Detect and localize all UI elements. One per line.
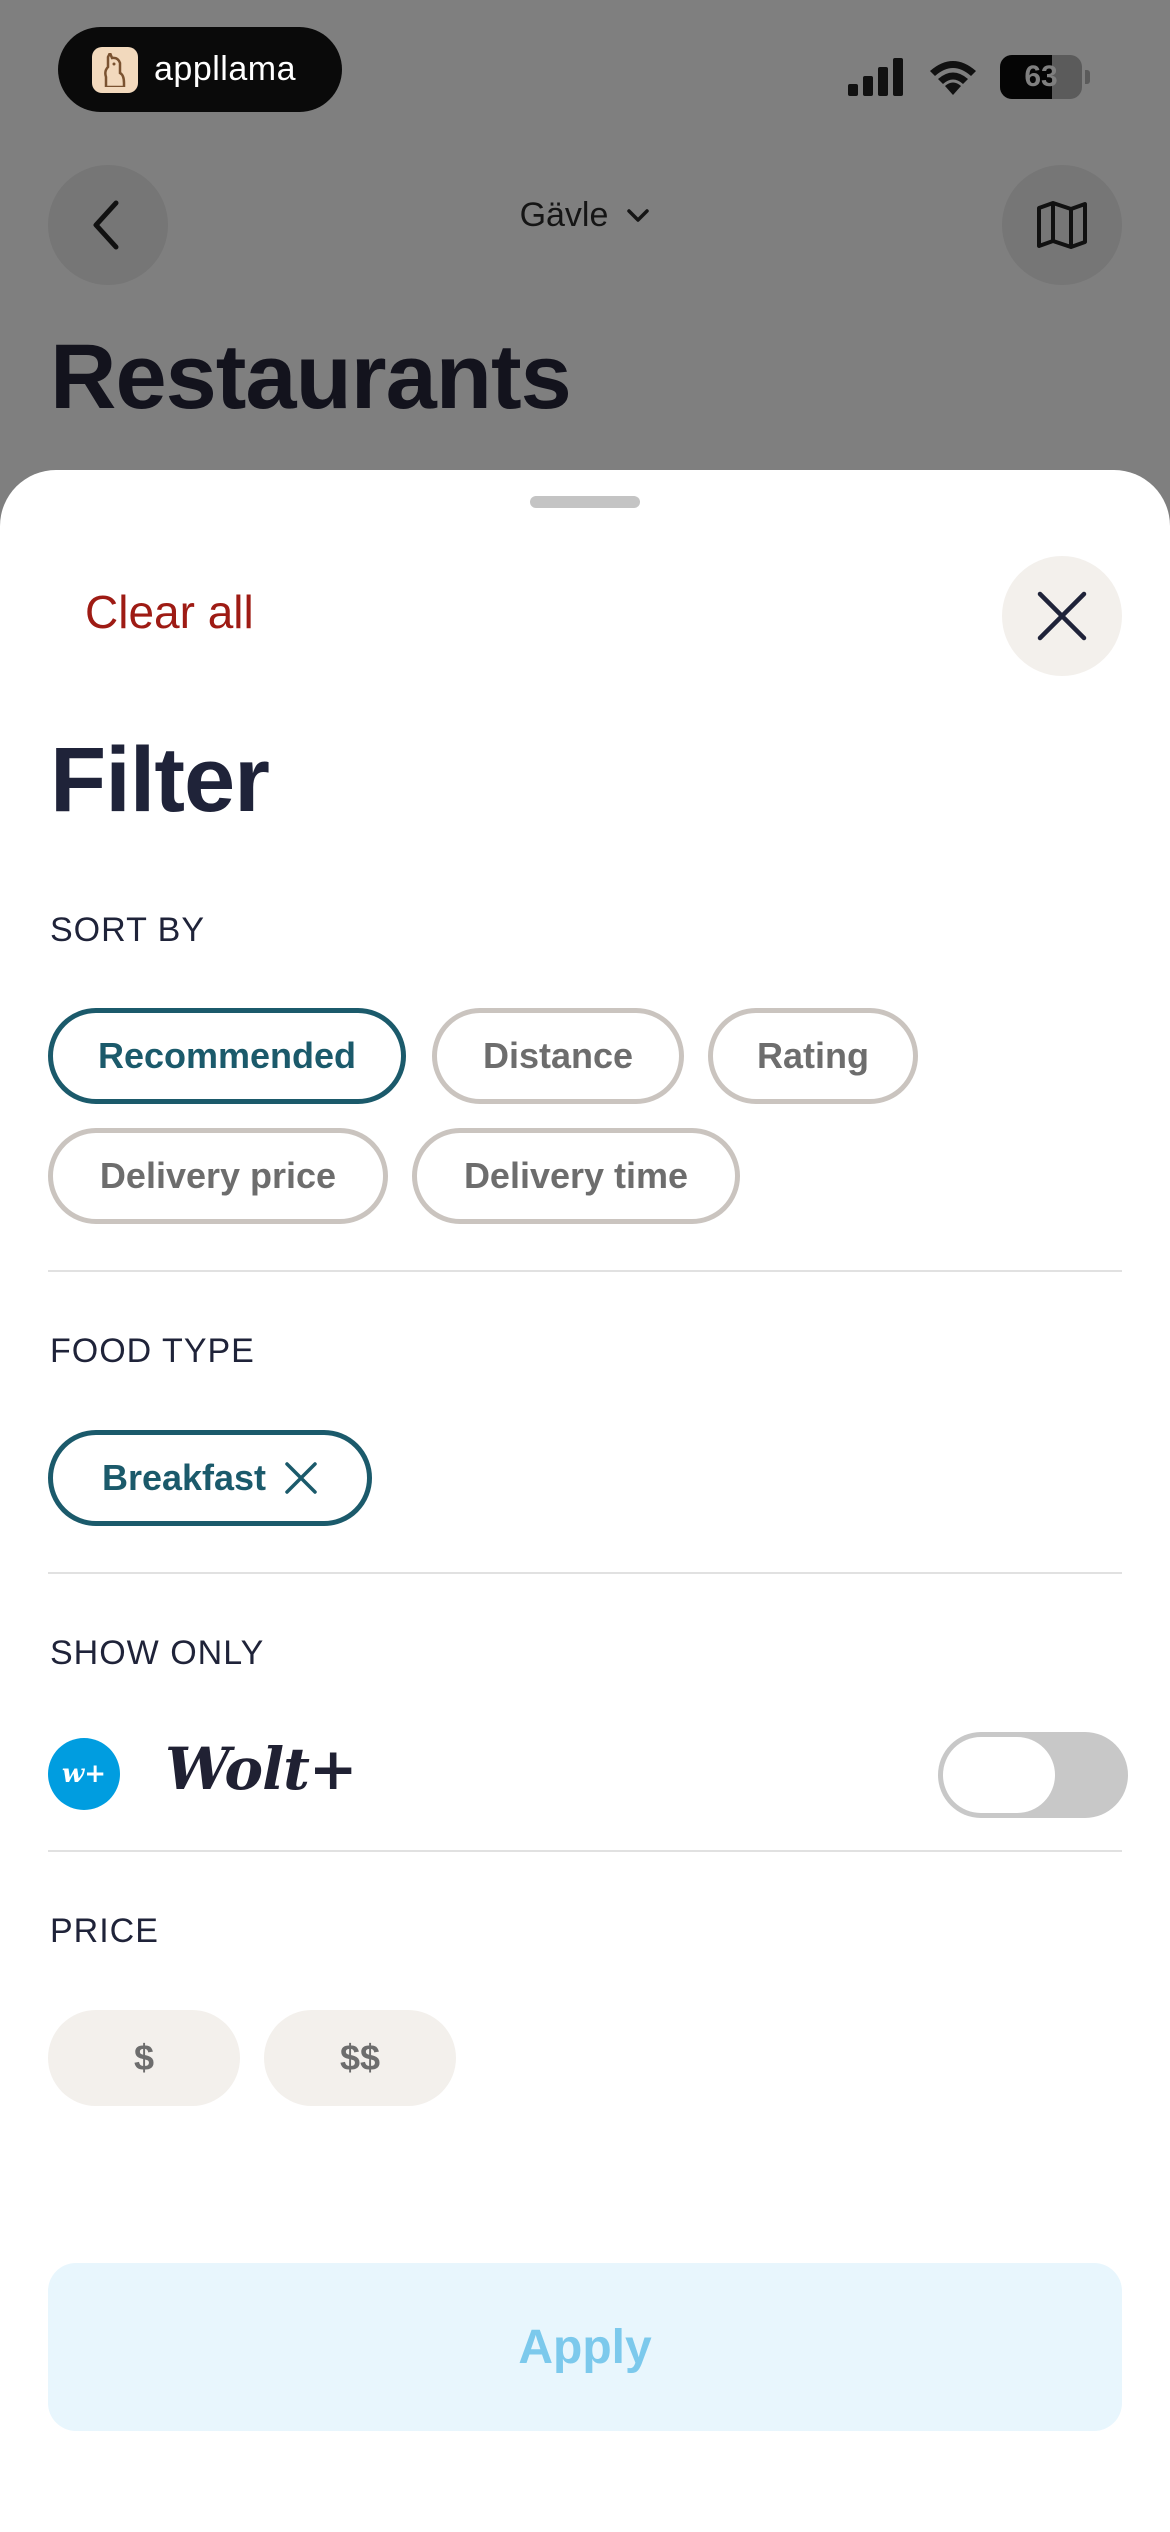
app-indicator-pill: appllama — [58, 27, 342, 112]
sort-option-recommended[interactable]: Recommended — [48, 1008, 406, 1104]
section-divider — [48, 1270, 1122, 1272]
city-name: Gävle — [519, 196, 609, 234]
page-title-background: Restaurants — [50, 326, 572, 428]
price-option-1[interactable]: $ — [48, 2010, 240, 2106]
sort-option-delivery-price[interactable]: Delivery price — [48, 1128, 388, 1224]
sheet-grabber[interactable] — [530, 496, 640, 508]
apply-button[interactable]: Apply — [48, 2263, 1122, 2431]
section-divider — [48, 1850, 1122, 1852]
filter-sheet: Clear all Filter SORT BY Recommended Dis… — [0, 470, 1170, 2532]
wolt-plus-badge-icon: w+ — [48, 1738, 120, 1810]
map-icon — [1037, 201, 1087, 249]
sheet-title: Filter — [50, 729, 270, 831]
app-name: appllama — [154, 50, 296, 88]
food-type-chip-breakfast[interactable]: Breakfast — [48, 1430, 372, 1526]
toggle-knob — [943, 1737, 1055, 1813]
sort-option-rating[interactable]: Rating — [708, 1008, 918, 1104]
sort-by-label: SORT BY — [50, 911, 206, 949]
llama-logo-icon — [92, 46, 138, 93]
cellular-signal-icon — [848, 58, 903, 96]
wifi-icon — [930, 61, 976, 95]
map-button[interactable] — [1002, 165, 1122, 285]
wolt-plus-logo: Wolt+ — [165, 1735, 358, 1803]
food-type-label: FOOD TYPE — [50, 1332, 255, 1370]
sort-option-delivery-time[interactable]: Delivery time — [412, 1128, 740, 1224]
remove-chip-icon[interactable] — [284, 1461, 318, 1495]
close-icon — [1037, 591, 1087, 641]
food-type-chip-label: Breakfast — [101, 1457, 267, 1498]
close-button[interactable] — [1002, 556, 1122, 676]
sort-option-distance[interactable]: Distance — [432, 1008, 684, 1104]
chevron-down-icon — [627, 208, 650, 222]
wolt-plus-toggle[interactable] — [938, 1732, 1128, 1818]
section-divider — [48, 1572, 1122, 1574]
battery-level: 63 — [1024, 60, 1058, 93]
battery-icon: 63 — [1000, 55, 1082, 99]
price-option-2[interactable]: $$ — [264, 2010, 456, 2106]
status-icons: 63 — [848, 55, 1090, 99]
city-selector[interactable]: Gävle — [0, 196, 1170, 235]
price-label: PRICE — [50, 1912, 159, 1950]
clear-all-button[interactable]: Clear all — [85, 585, 254, 639]
show-only-label: SHOW ONLY — [50, 1634, 265, 1672]
